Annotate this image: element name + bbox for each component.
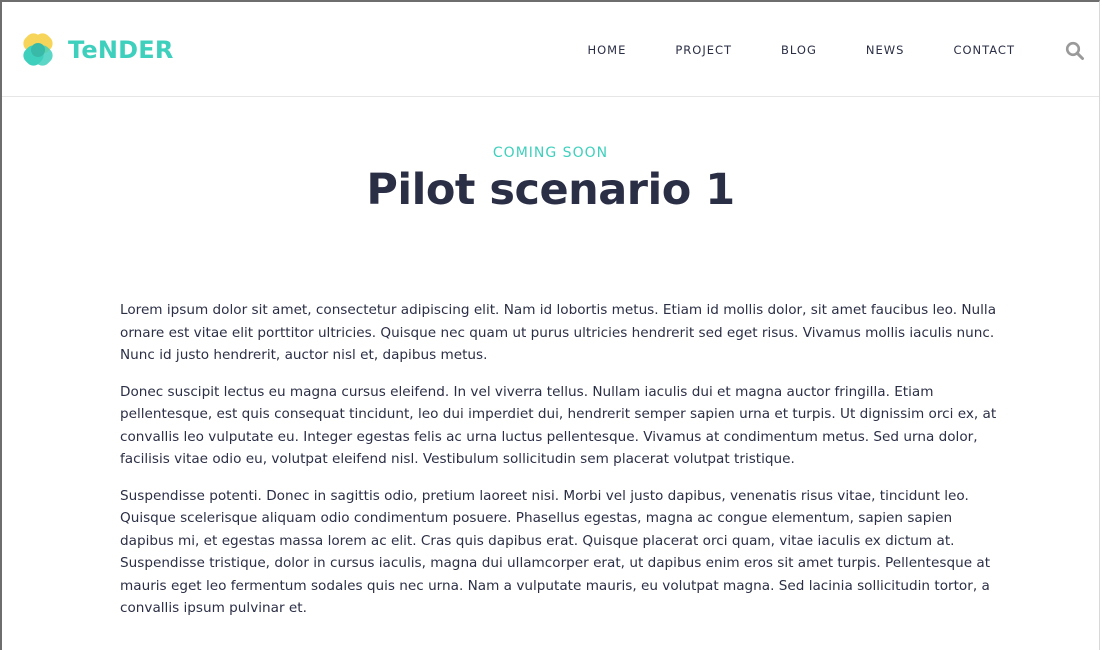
page-title: Pilot scenario 1 — [366, 165, 735, 215]
paragraph: Donec suscipit lectus eu magna cursus el… — [120, 383, 997, 468]
paragraph: Suspendisse potenti. Donec in sagittis o… — [120, 487, 991, 617]
logo-text: TeNDER — [68, 36, 174, 64]
main-nav: HOME PROJECT BLOG NEWS CONTACT — [538, 43, 1015, 57]
nav-item-blog[interactable]: BLOG — [781, 43, 817, 57]
search-icon — [1065, 41, 1084, 60]
article-content: Lorem ipsum dolor sit amet, consectetur … — [120, 299, 1000, 634]
nav-item-home[interactable]: HOME — [587, 43, 626, 57]
search-button[interactable] — [1065, 41, 1085, 61]
logo-mark-icon — [23, 33, 53, 66]
hero-kicker: COMING SOON — [492, 145, 609, 161]
nav-item-contact[interactable]: CONTACT — [953, 43, 1015, 57]
page-frame: TeNDER HOME PROJECT BLOG NEWS CONTACT CO… — [0, 0, 1100, 650]
paragraph: Lorem ipsum dolor sit amet, consectetur … — [120, 302, 997, 363]
nav-item-project[interactable]: PROJECT — [675, 43, 732, 57]
site-header: TeNDER HOME PROJECT BLOG NEWS CONTACT — [2, 2, 1099, 97]
hero: COMING SOON Pilot scenario 1 — [2, 145, 1099, 215]
nav-item-news[interactable]: NEWS — [866, 43, 905, 57]
logo[interactable]: TeNDER — [20, 32, 174, 68]
